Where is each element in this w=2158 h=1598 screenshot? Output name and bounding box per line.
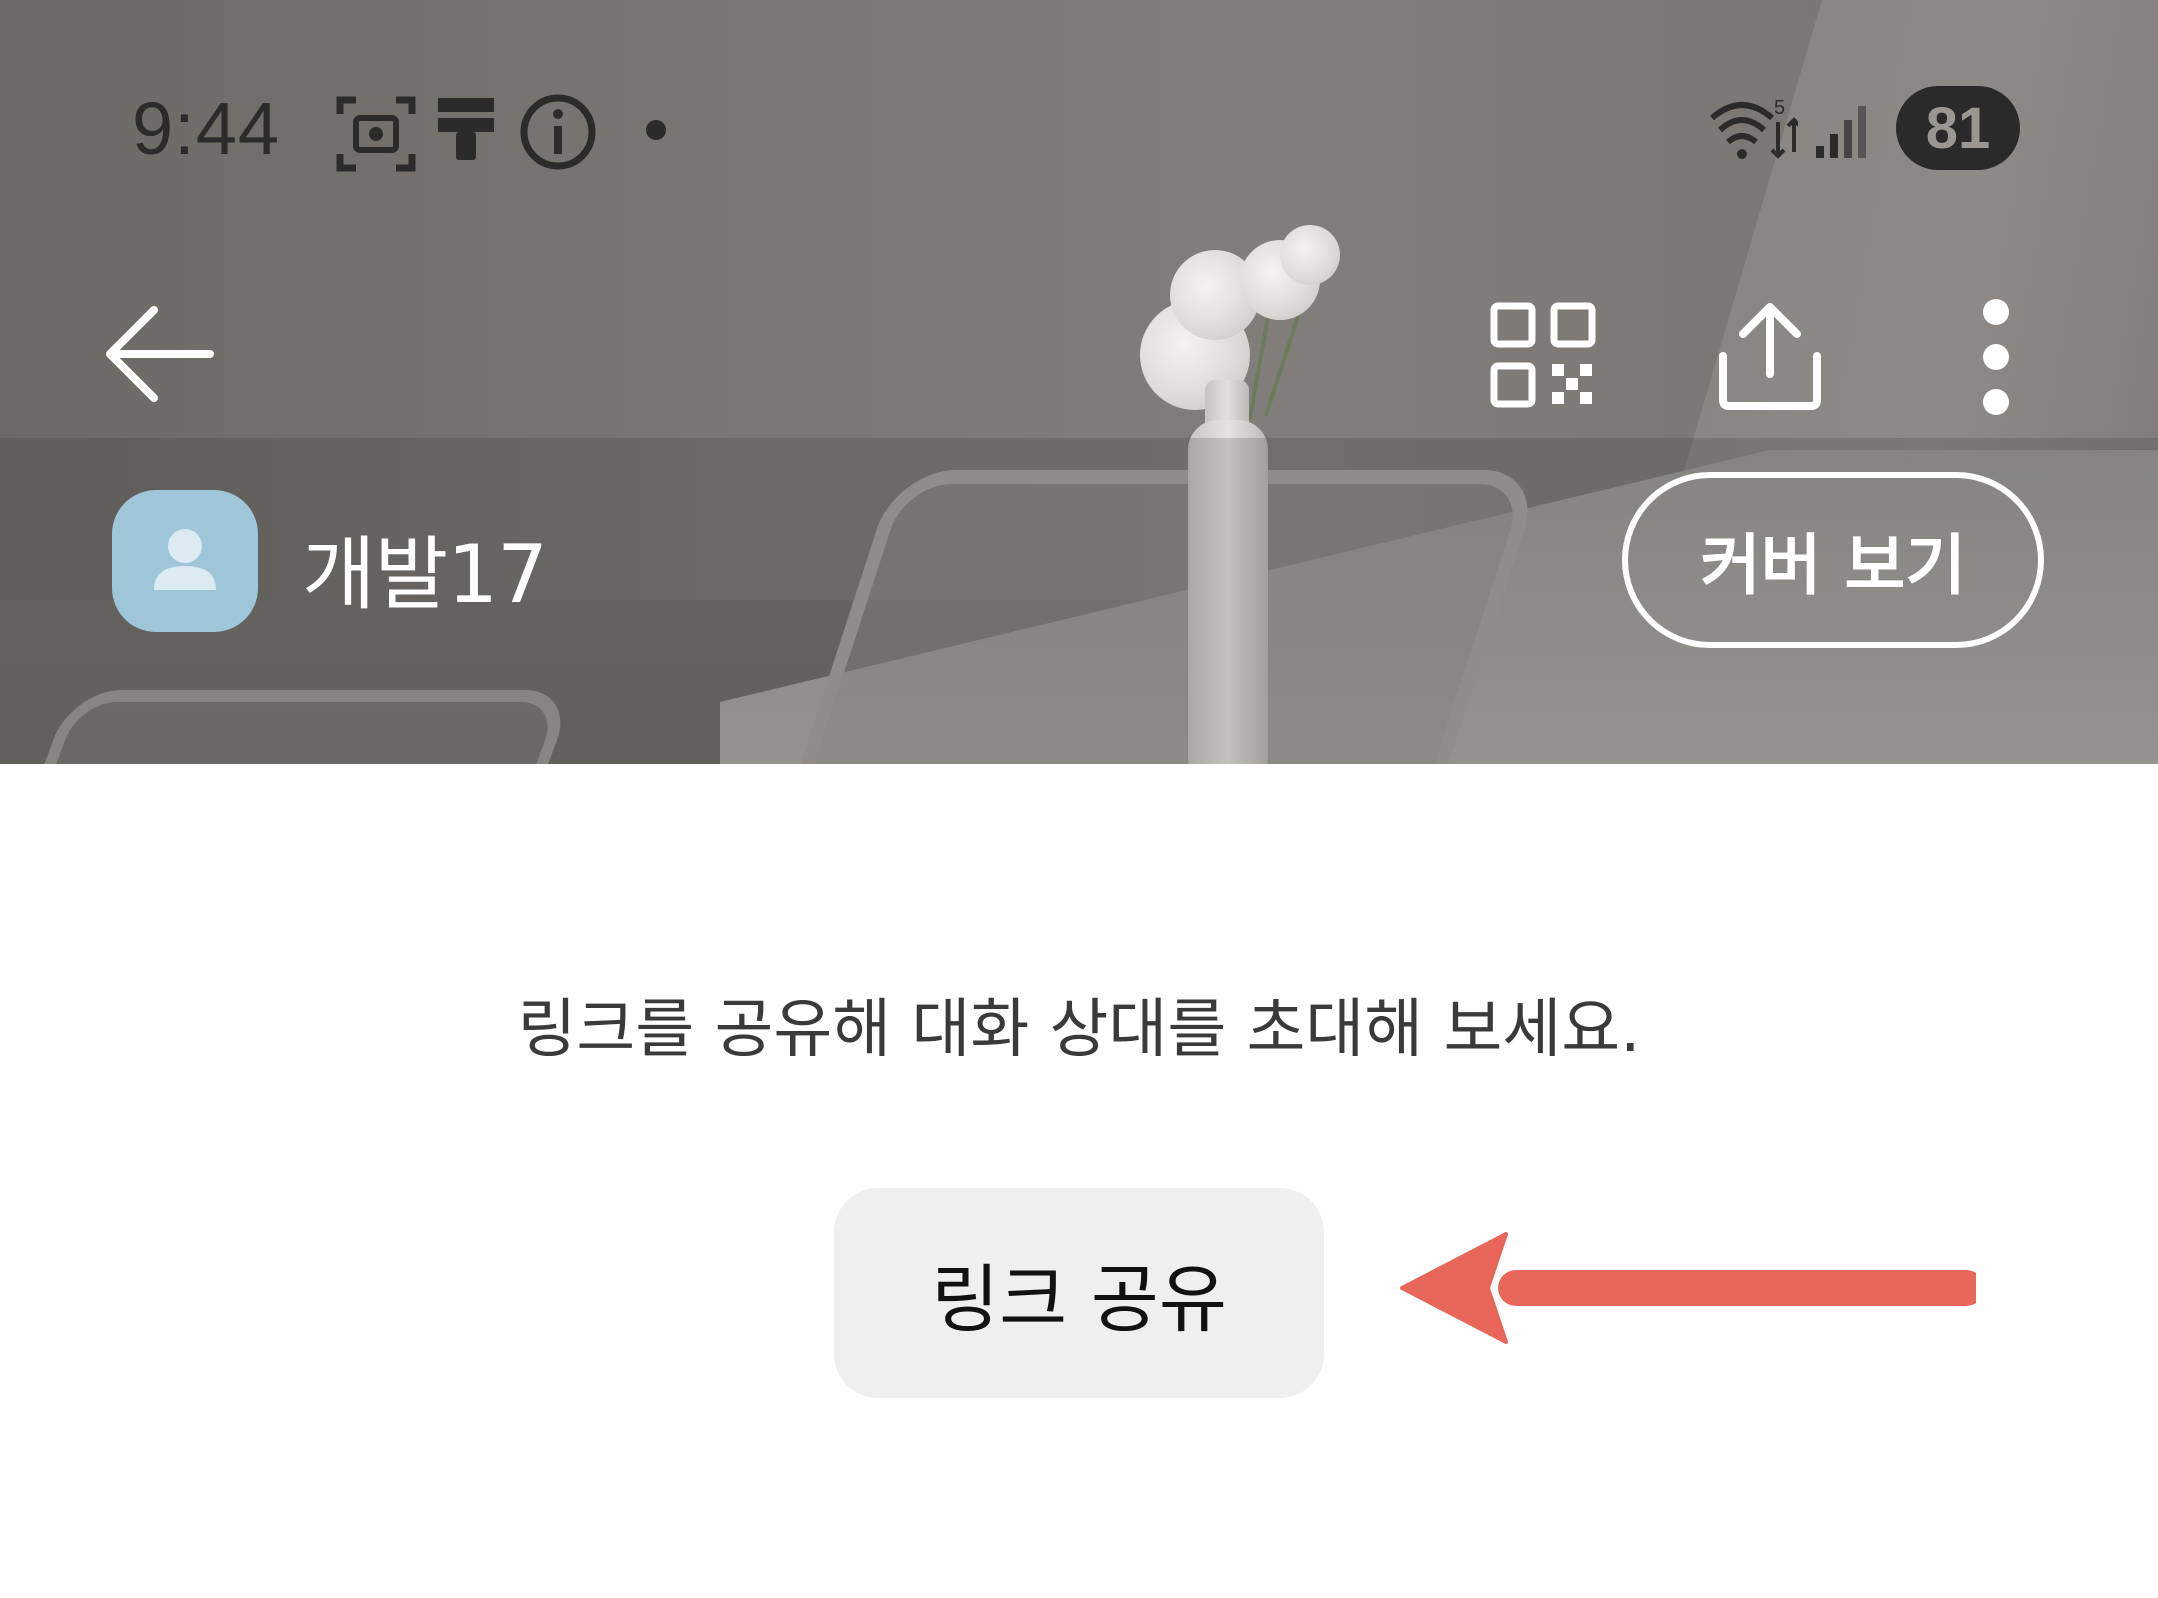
person-icon [150, 524, 220, 598]
notification-icon [436, 96, 496, 170]
info-icon [518, 92, 598, 176]
status-time: 9:44 [132, 87, 281, 170]
qr-code-button[interactable] [1488, 302, 1598, 412]
battery-indicator: 81 [1896, 86, 2020, 170]
qr-code-icon [1490, 302, 1596, 412]
signal-icon [1814, 104, 1876, 164]
back-arrow-icon [100, 304, 216, 408]
share-link-button[interactable]: 링크 공유 [834, 1188, 1324, 1398]
flower [1280, 225, 1340, 285]
view-cover-button[interactable]: 커버 보기 [1622, 472, 2044, 648]
more-options-button[interactable] [1966, 296, 2026, 422]
avatar[interactable] [112, 490, 258, 632]
dot-icon [644, 118, 668, 146]
wifi-icon: 5 [1708, 96, 1802, 166]
chat-room-name: 개발17 [302, 528, 548, 621]
annotation-arrow [1396, 1228, 1984, 1372]
share-button[interactable] [1712, 300, 1828, 416]
back-button[interactable] [96, 300, 220, 412]
screenshot-icon [334, 92, 418, 180]
more-vertical-icon [1981, 297, 2011, 421]
svg-text:5: 5 [1774, 97, 1785, 119]
share-icon [1715, 300, 1825, 416]
invite-message: 링크를 공유해 대화 상대를 초대해 보세요. [517, 993, 1641, 1067]
